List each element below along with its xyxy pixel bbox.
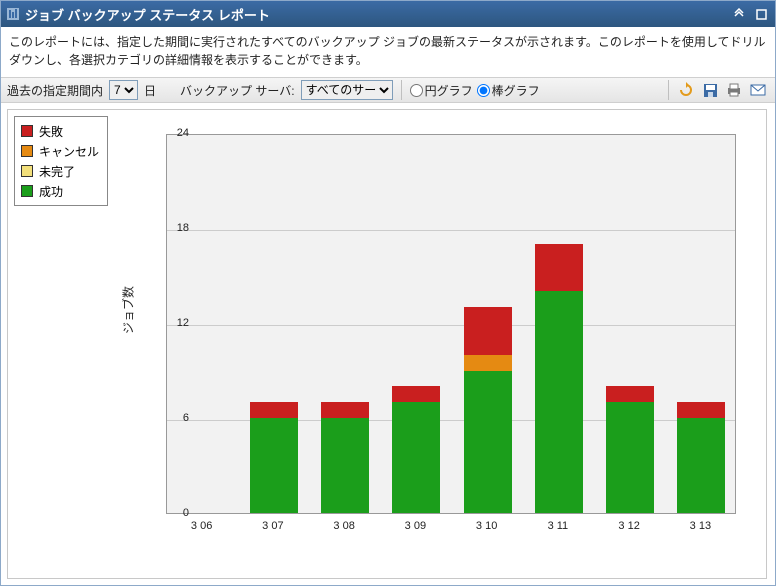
x-tick-label: 3 11 [548,520,569,532]
bar-segment-fail [392,386,440,402]
pie-radio-text: 円グラフ [425,82,473,99]
toolbar-separator [401,80,402,100]
chart-area: 失敗 キャンセル 未完了 成功 ジョブ数 06121824 3 063 073 [7,109,767,579]
bar-segment-success [677,418,725,513]
chart-type-group: 円グラフ 棒グラフ [410,82,540,99]
bar-column [250,402,298,513]
legend-label-cancel: キャンセル [39,143,99,160]
bar-segment-success [606,402,654,513]
bar-segment-cancel [464,355,512,371]
y-tick-label: 12 [149,317,189,329]
page-title: ジョブ バックアップ ステータス レポート [25,5,270,24]
x-tick-label: 3 06 [191,520,212,532]
x-tick-label: 3 10 [476,520,497,532]
legend-swatch-fail [21,125,33,137]
legend-item-cancel: キャンセル [21,141,99,161]
server-label: バックアップ サーバ: [180,82,295,99]
bar-column [464,307,512,513]
bar-column [535,244,583,513]
y-tick-label: 0 [149,507,189,519]
y-tick-label: 6 [149,412,189,424]
save-icon[interactable] [701,81,719,99]
legend-label-fail: 失敗 [39,123,63,140]
bar-column [677,402,725,513]
bar-column [392,386,440,513]
legend-label-incomplete: 未完了 [39,163,75,180]
plot-area [166,134,736,514]
refresh-icon[interactable] [677,81,695,99]
bar-segment-success [250,418,298,513]
x-tick-label: 3 08 [333,520,354,532]
bar-column [606,386,654,513]
bar-segment-fail [606,386,654,402]
collapse-icon[interactable] [731,6,747,22]
print-icon[interactable] [725,81,743,99]
pie-radio[interactable] [410,84,423,97]
bar-segment-success [464,371,512,514]
bar-radio[interactable] [477,84,490,97]
legend-label-success: 成功 [39,183,63,200]
legend-swatch-cancel [21,145,33,157]
report-description: このレポートには、指定した期間に実行されたすべてのバックアップ ジョブの最新ステ… [1,27,775,77]
period-select[interactable]: 7 [109,80,138,100]
title-bar: ジョブ バックアップ ステータス レポート [1,1,775,27]
legend-swatch-incomplete [21,165,33,177]
chart-container: 失敗 キャンセル 未完了 成功 ジョブ数 06121824 3 063 073 [1,103,775,585]
toolbar: 過去の指定期間内 7 日 バックアップ サーバ: すべてのサーバ 円グラフ 棒グ… [1,77,775,103]
period-unit: 日 [144,82,156,99]
bar-segment-success [535,291,583,513]
legend-swatch-success [21,185,33,197]
y-tick-label: 18 [149,222,189,234]
y-axis-label: ジョブ数 [120,286,137,334]
x-tick-label: 3 07 [262,520,283,532]
legend-item-incomplete: 未完了 [21,161,99,181]
bar-segment-fail [464,307,512,355]
bar-radio-label[interactable]: 棒グラフ [477,82,540,99]
bar-segment-fail [250,402,298,418]
maximize-icon[interactable] [753,6,769,22]
toolbar-separator-2 [668,80,669,100]
x-tick-label: 3 09 [405,520,426,532]
bar-segment-success [392,402,440,513]
legend-item-fail: 失敗 [21,121,99,141]
report-icon [7,8,19,20]
bar-segment-fail [677,402,725,418]
legend: 失敗 キャンセル 未完了 成功 [14,116,108,206]
report-panel: ジョブ バックアップ ステータス レポート このレポートには、指定した期間に実行… [0,0,776,586]
bar-segment-fail [321,402,369,418]
email-icon[interactable] [749,81,767,99]
bar-segment-success [321,418,369,513]
x-tick-label: 3 12 [618,520,639,532]
x-tick-label: 3 13 [690,520,711,532]
bar-radio-text: 棒グラフ [492,82,540,99]
legend-item-success: 成功 [21,181,99,201]
period-label: 過去の指定期間内 [7,82,103,99]
y-tick-label: 24 [149,127,189,139]
pie-radio-label[interactable]: 円グラフ [410,82,473,99]
server-select[interactable]: すべてのサーバ [301,80,393,100]
bar-segment-fail [535,244,583,292]
bar-column [321,402,369,513]
